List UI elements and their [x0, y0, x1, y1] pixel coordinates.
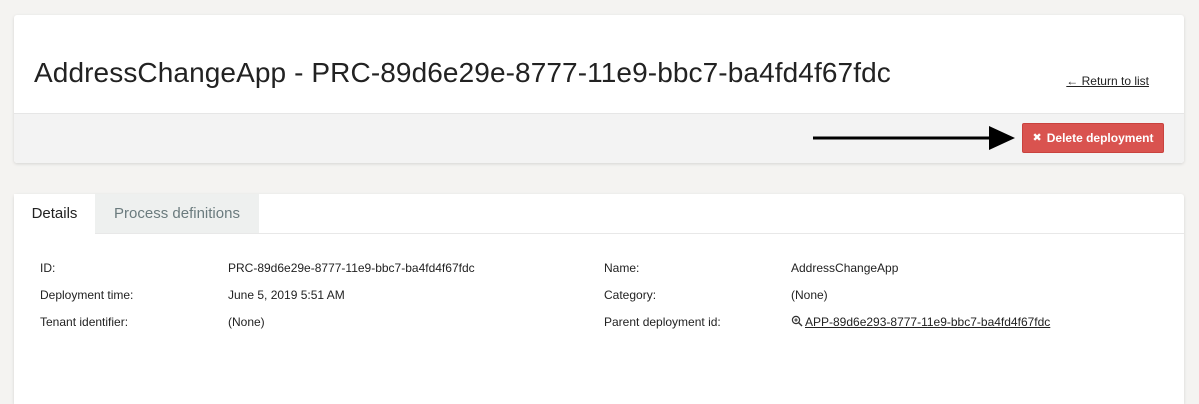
id-value: PRC-89d6e29e-8777-11e9-bbc7-ba4fd4f67fdc: [228, 261, 475, 275]
annotation-arrow-icon: [813, 126, 1015, 150]
header-toolbar: ✖ Delete deployment: [14, 114, 1184, 163]
delete-deployment-button[interactable]: ✖ Delete deployment: [1022, 123, 1164, 153]
category-label: Category:: [604, 288, 657, 302]
tenant-identifier-label: Tenant identifier:: [40, 315, 129, 329]
category-value: (None): [791, 288, 828, 302]
deployment-time-value: June 5, 2019 5:51 AM: [228, 288, 345, 302]
header-title-bar: AddressChangeApp - PRC-89d6e29e-8777-11e…: [14, 15, 1184, 114]
deployment-time-label: Deployment time:: [40, 288, 134, 302]
parent-deployment-link[interactable]: APP-89d6e293-8777-11e9-bbc7-ba4fd4f67fdc: [791, 315, 1050, 329]
zoom-in-icon: [791, 315, 803, 327]
parent-deployment-id-label: Parent deployment id:: [604, 315, 721, 329]
close-icon: ✖: [1032, 131, 1042, 144]
delete-deployment-label: Delete deployment: [1046, 131, 1154, 145]
tenant-identifier-value: (None): [228, 315, 265, 329]
id-label: ID:: [40, 261, 56, 275]
deployment-header: AddressChangeApp - PRC-89d6e29e-8777-11e…: [14, 15, 1184, 163]
return-to-list-link[interactable]: ← Return to list: [1066, 74, 1149, 88]
tab-bar: Details Process definitions: [14, 194, 1184, 234]
page-title: AddressChangeApp - PRC-89d6e29e-8777-11e…: [34, 57, 891, 88]
details-panel: Details Process definitions ID: PRC-89d6…: [14, 194, 1184, 404]
tab-details[interactable]: Details: [14, 194, 95, 234]
name-label: Name:: [604, 261, 640, 275]
tab-process-definitions[interactable]: Process definitions: [95, 194, 259, 233]
name-value: AddressChangeApp: [791, 261, 899, 275]
parent-deployment-id-value[interactable]: APP-89d6e293-8777-11e9-bbc7-ba4fd4f67fdc: [805, 315, 1050, 329]
